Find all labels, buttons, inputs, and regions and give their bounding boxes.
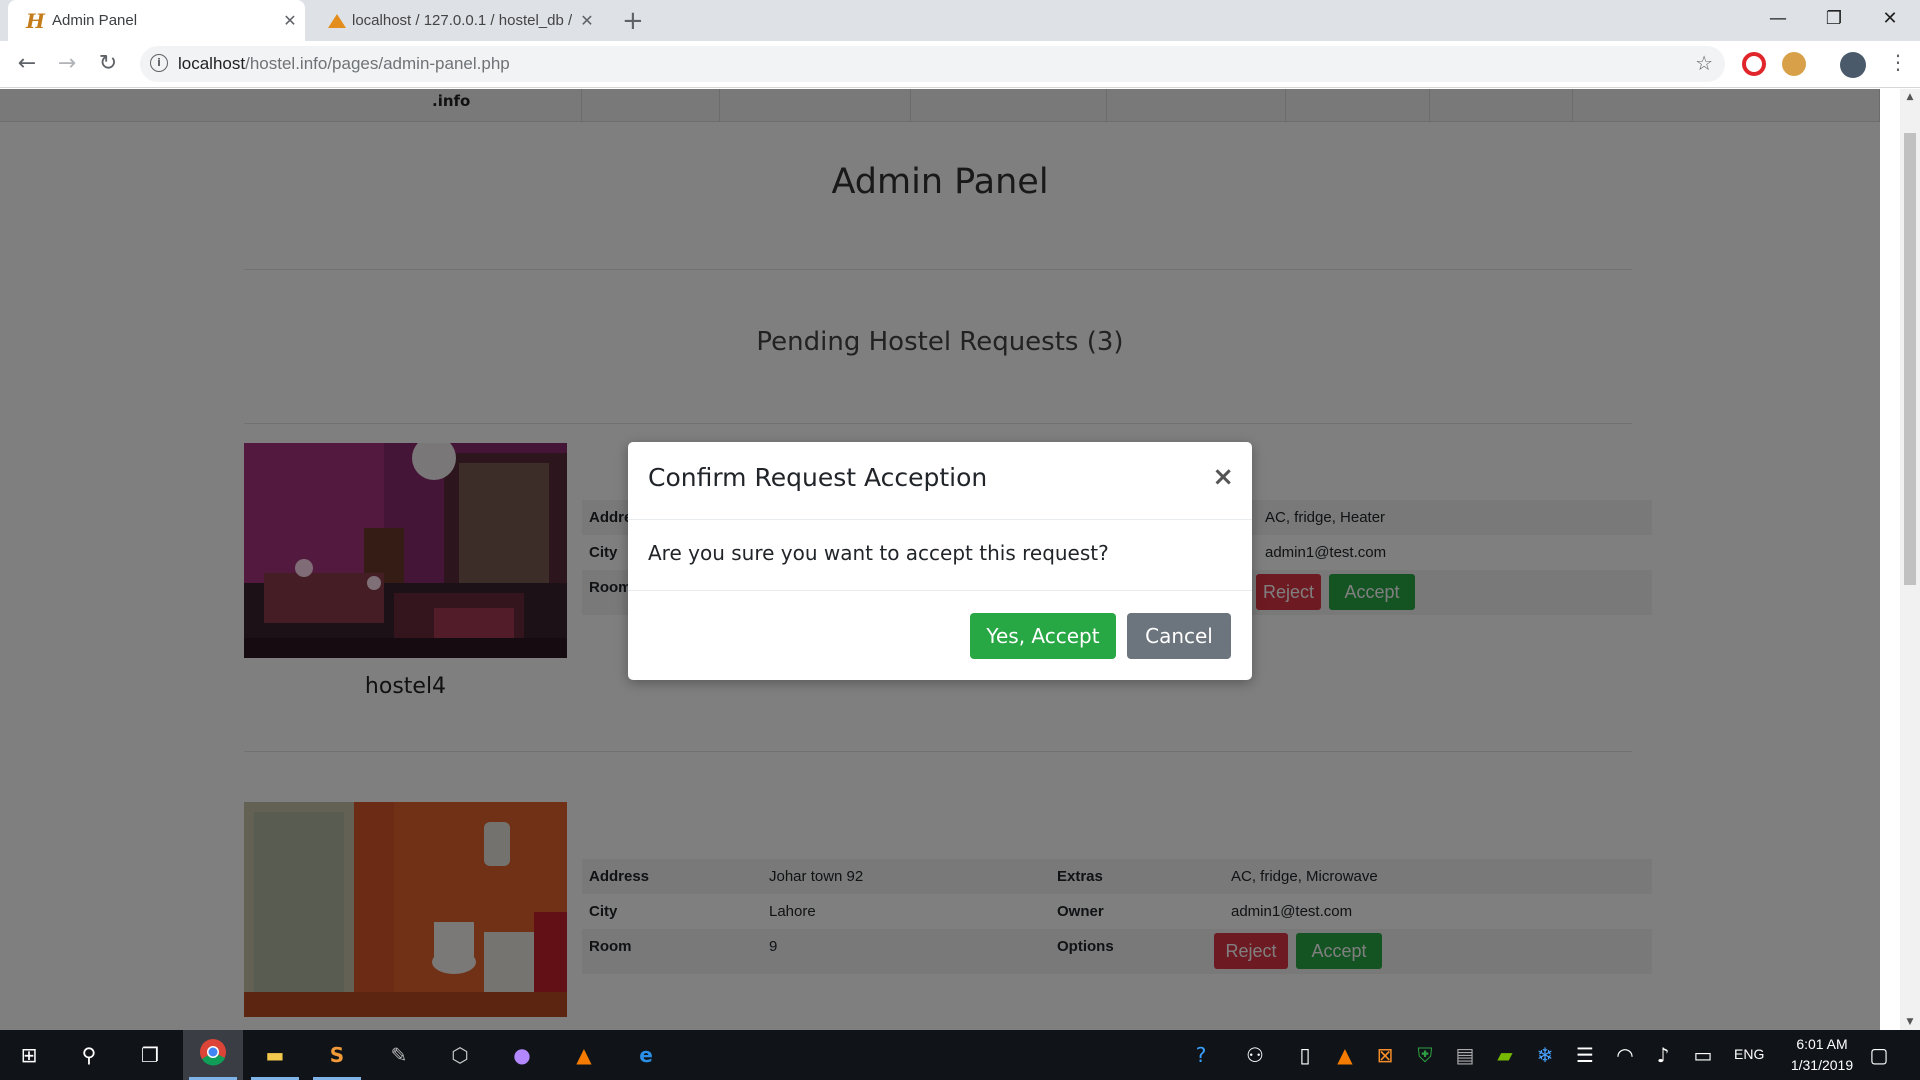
edge-icon[interactable]: e: [629, 1038, 663, 1072]
address-bar[interactable]: i localhost/hostel.info/pages/admin-pane…: [140, 46, 1725, 82]
site-info-icon[interactable]: i: [150, 54, 168, 72]
confirm-modal: Confirm Request Acception × Are you sure…: [628, 442, 1252, 680]
phpmyadmin-favicon-icon: [326, 12, 352, 30]
scrollbar-thumb[interactable]: [1904, 133, 1916, 585]
chrome-icon[interactable]: [196, 1038, 230, 1072]
nvidia-icon[interactable]: ▰: [1488, 1038, 1522, 1072]
tab-admin-panel[interactable]: H Admin Panel ✕: [8, 0, 305, 41]
url-text[interactable]: localhost/hostel.info/pages/admin-panel.…: [178, 54, 510, 74]
help-icon[interactable]: ?: [1184, 1038, 1218, 1072]
scroll-up-icon[interactable]: ▲: [1900, 89, 1920, 105]
bookmark-star-icon[interactable]: ☆: [1695, 51, 1713, 75]
clock-time: 6:01 AM: [1796, 1036, 1848, 1052]
browser-toolbar: ← → ↻ i localhost/hostel.info/pages/admi…: [0, 41, 1920, 88]
tab-title: Admin Panel: [52, 12, 138, 29]
defender-icon[interactable]: ⛨: [1408, 1038, 1442, 1072]
page-scrollbar[interactable]: ▲ ▼: [1900, 89, 1920, 1030]
cookie-extension-icon[interactable]: [1782, 52, 1806, 76]
virtualbox-icon[interactable]: ⬡: [443, 1038, 477, 1072]
vlc-tray-icon[interactable]: ▲: [1328, 1038, 1362, 1072]
new-tab-button[interactable]: +: [622, 6, 644, 36]
task-view-icon[interactable]: ❐: [133, 1038, 167, 1072]
storage-icon[interactable]: ▤: [1448, 1038, 1482, 1072]
modal-title: Confirm Request Acception: [648, 463, 988, 492]
network-settings-icon[interactable]: ☰: [1568, 1038, 1602, 1072]
opera-extension-icon[interactable]: [1742, 52, 1766, 76]
sublime-text-icon[interactable]: S: [320, 1038, 354, 1072]
usb-icon[interactable]: ▯: [1288, 1038, 1322, 1072]
profile-avatar-icon[interactable]: [1840, 52, 1866, 78]
close-icon[interactable]: ×: [1212, 462, 1234, 492]
system-clock[interactable]: 6:01 AM 1/31/2019: [1770, 1034, 1874, 1076]
wifi-icon[interactable]: ◠: [1608, 1038, 1642, 1072]
clock-date: 1/31/2019: [1790, 1057, 1854, 1073]
tab-phpmyadmin[interactable]: localhost / 127.0.0.1 / hostel_db / ✕: [312, 0, 602, 41]
gimp-icon[interactable]: ✎: [382, 1038, 416, 1072]
xampp-icon[interactable]: ⊠: [1368, 1038, 1402, 1072]
modal-message: Are you sure you want to accept this req…: [648, 541, 1109, 565]
github-desktop-icon[interactable]: ●: [505, 1038, 539, 1072]
tab-title: localhost / 127.0.0.1 / hostel_db /: [352, 12, 572, 29]
notifications-icon[interactable]: ▢: [1862, 1038, 1896, 1072]
close-tab-icon[interactable]: ✕: [275, 11, 305, 31]
scroll-down-icon[interactable]: ▼: [1900, 1014, 1920, 1030]
close-window-icon[interactable]: ✕: [1862, 0, 1918, 41]
browser-tab-bar: H Admin Panel ✕ localhost / 127.0.0.1 / …: [0, 0, 1920, 41]
file-explorer-icon[interactable]: ▬: [258, 1038, 292, 1072]
windows-start-icon[interactable]: ⊞: [12, 1038, 46, 1072]
vlc-icon[interactable]: ▲: [567, 1038, 601, 1072]
forward-icon[interactable]: →: [51, 49, 83, 81]
modal-header: Confirm Request Acception ×: [628, 442, 1252, 520]
hostel-favicon-icon: H: [26, 8, 45, 33]
snowflake-icon[interactable]: ❄: [1528, 1038, 1562, 1072]
close-tab-icon[interactable]: ✕: [572, 11, 602, 31]
reload-icon[interactable]: ↻: [92, 49, 124, 81]
battery-icon[interactable]: ▭: [1686, 1038, 1720, 1072]
minimize-icon[interactable]: —: [1750, 0, 1806, 41]
maximize-icon[interactable]: ❐: [1806, 0, 1862, 41]
yes-accept-button[interactable]: Yes, Accept: [970, 613, 1116, 659]
windows-taskbar: ⊞ ⚲ ❐ ▬ S ✎ ⬡ ● ▲ e ? ⚇ ▯ ▲ ⊠ ⛨ ▤ ▰ ❄ ☰ …: [0, 1030, 1920, 1080]
menu-kebab-icon[interactable]: ⋮: [1888, 50, 1908, 74]
language-indicator[interactable]: ENG: [1734, 1046, 1764, 1062]
back-icon[interactable]: ←: [11, 49, 43, 81]
modal-footer: Yes, Accept Cancel: [628, 590, 1252, 680]
volume-icon[interactable]: ♪: [1646, 1038, 1680, 1072]
search-icon[interactable]: ⚲: [72, 1038, 106, 1072]
people-icon[interactable]: ⚇: [1238, 1038, 1272, 1072]
cancel-button[interactable]: Cancel: [1127, 613, 1231, 659]
